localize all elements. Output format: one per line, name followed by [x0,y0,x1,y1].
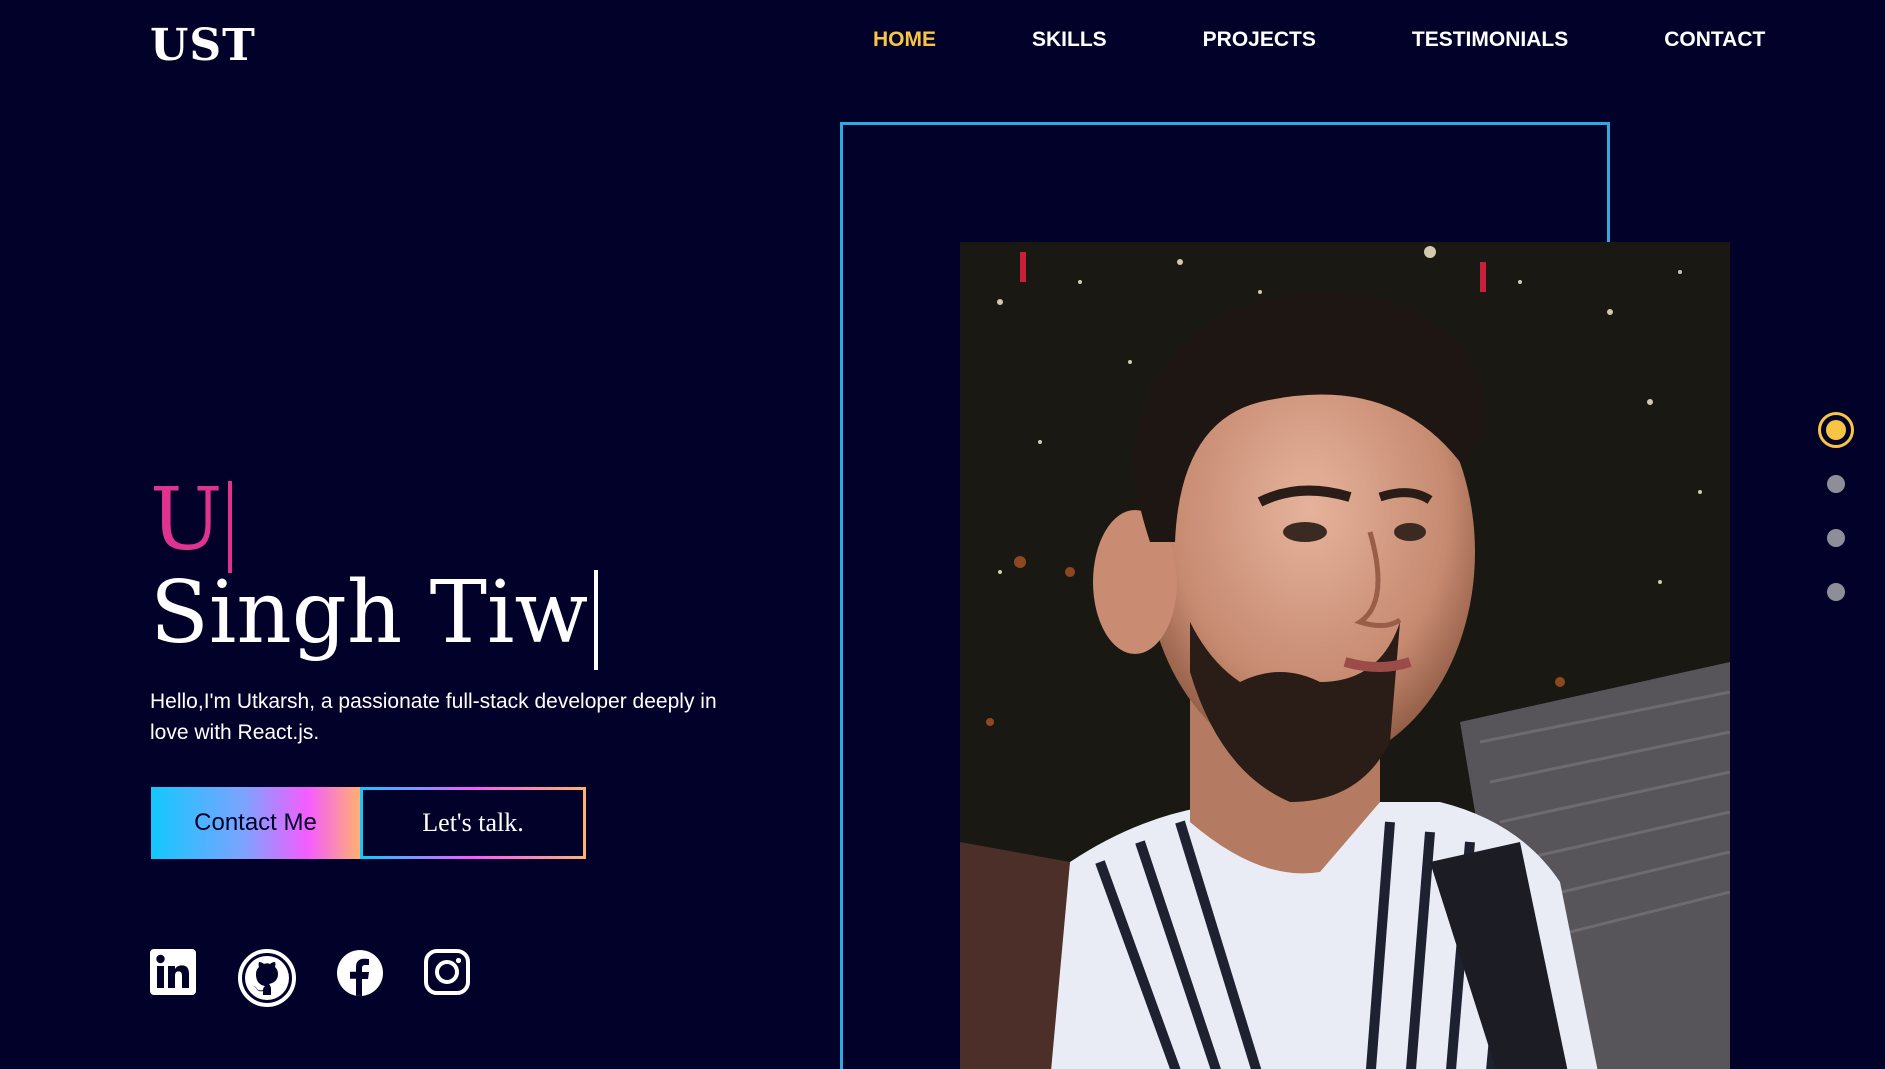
facebook-icon[interactable] [336,949,384,997]
section-dot-2[interactable] [1827,475,1845,493]
typing-cursor [228,480,233,573]
typed-text-second: Singh Tiw [150,563,599,670]
nav-contact[interactable]: CONTACT [1664,28,1765,52]
typed-text-second-value: Singh Tiw [150,563,589,663]
contact-me-button[interactable]: Contact Me [151,787,360,859]
nav-projects[interactable]: PROJECTS [1203,28,1316,52]
typed-text-first-value: U [150,470,223,570]
section-dot-1-active[interactable] [1818,412,1854,448]
typing-cursor [594,569,599,670]
nav-testimonials[interactable]: TESTIMONIALS [1412,28,1568,52]
typed-text-first: U [150,470,233,573]
nav-home[interactable]: HOME [873,28,936,52]
linkedin-icon[interactable] [150,949,196,995]
lets-talk-button[interactable]: Let's talk. [360,787,586,859]
instagram-icon[interactable] [424,949,470,995]
main-nav: HOME SKILLS PROJECTS TESTIMONIALS CONTAC… [873,28,1765,52]
portfolio-page: UST HOME SKILLS PROJECTS TESTIMONIALS CO… [0,0,1885,1069]
intro-text: Hello,I'm Utkarsh, a passionate full-sta… [150,690,717,744]
nav-skills[interactable]: SKILLS [1032,28,1107,52]
profile-photo [960,242,1730,1069]
section-dot-4[interactable] [1827,583,1845,601]
github-icon[interactable] [238,949,296,1007]
section-dot-3[interactable] [1827,529,1845,547]
site-logo[interactable]: UST [150,20,256,71]
